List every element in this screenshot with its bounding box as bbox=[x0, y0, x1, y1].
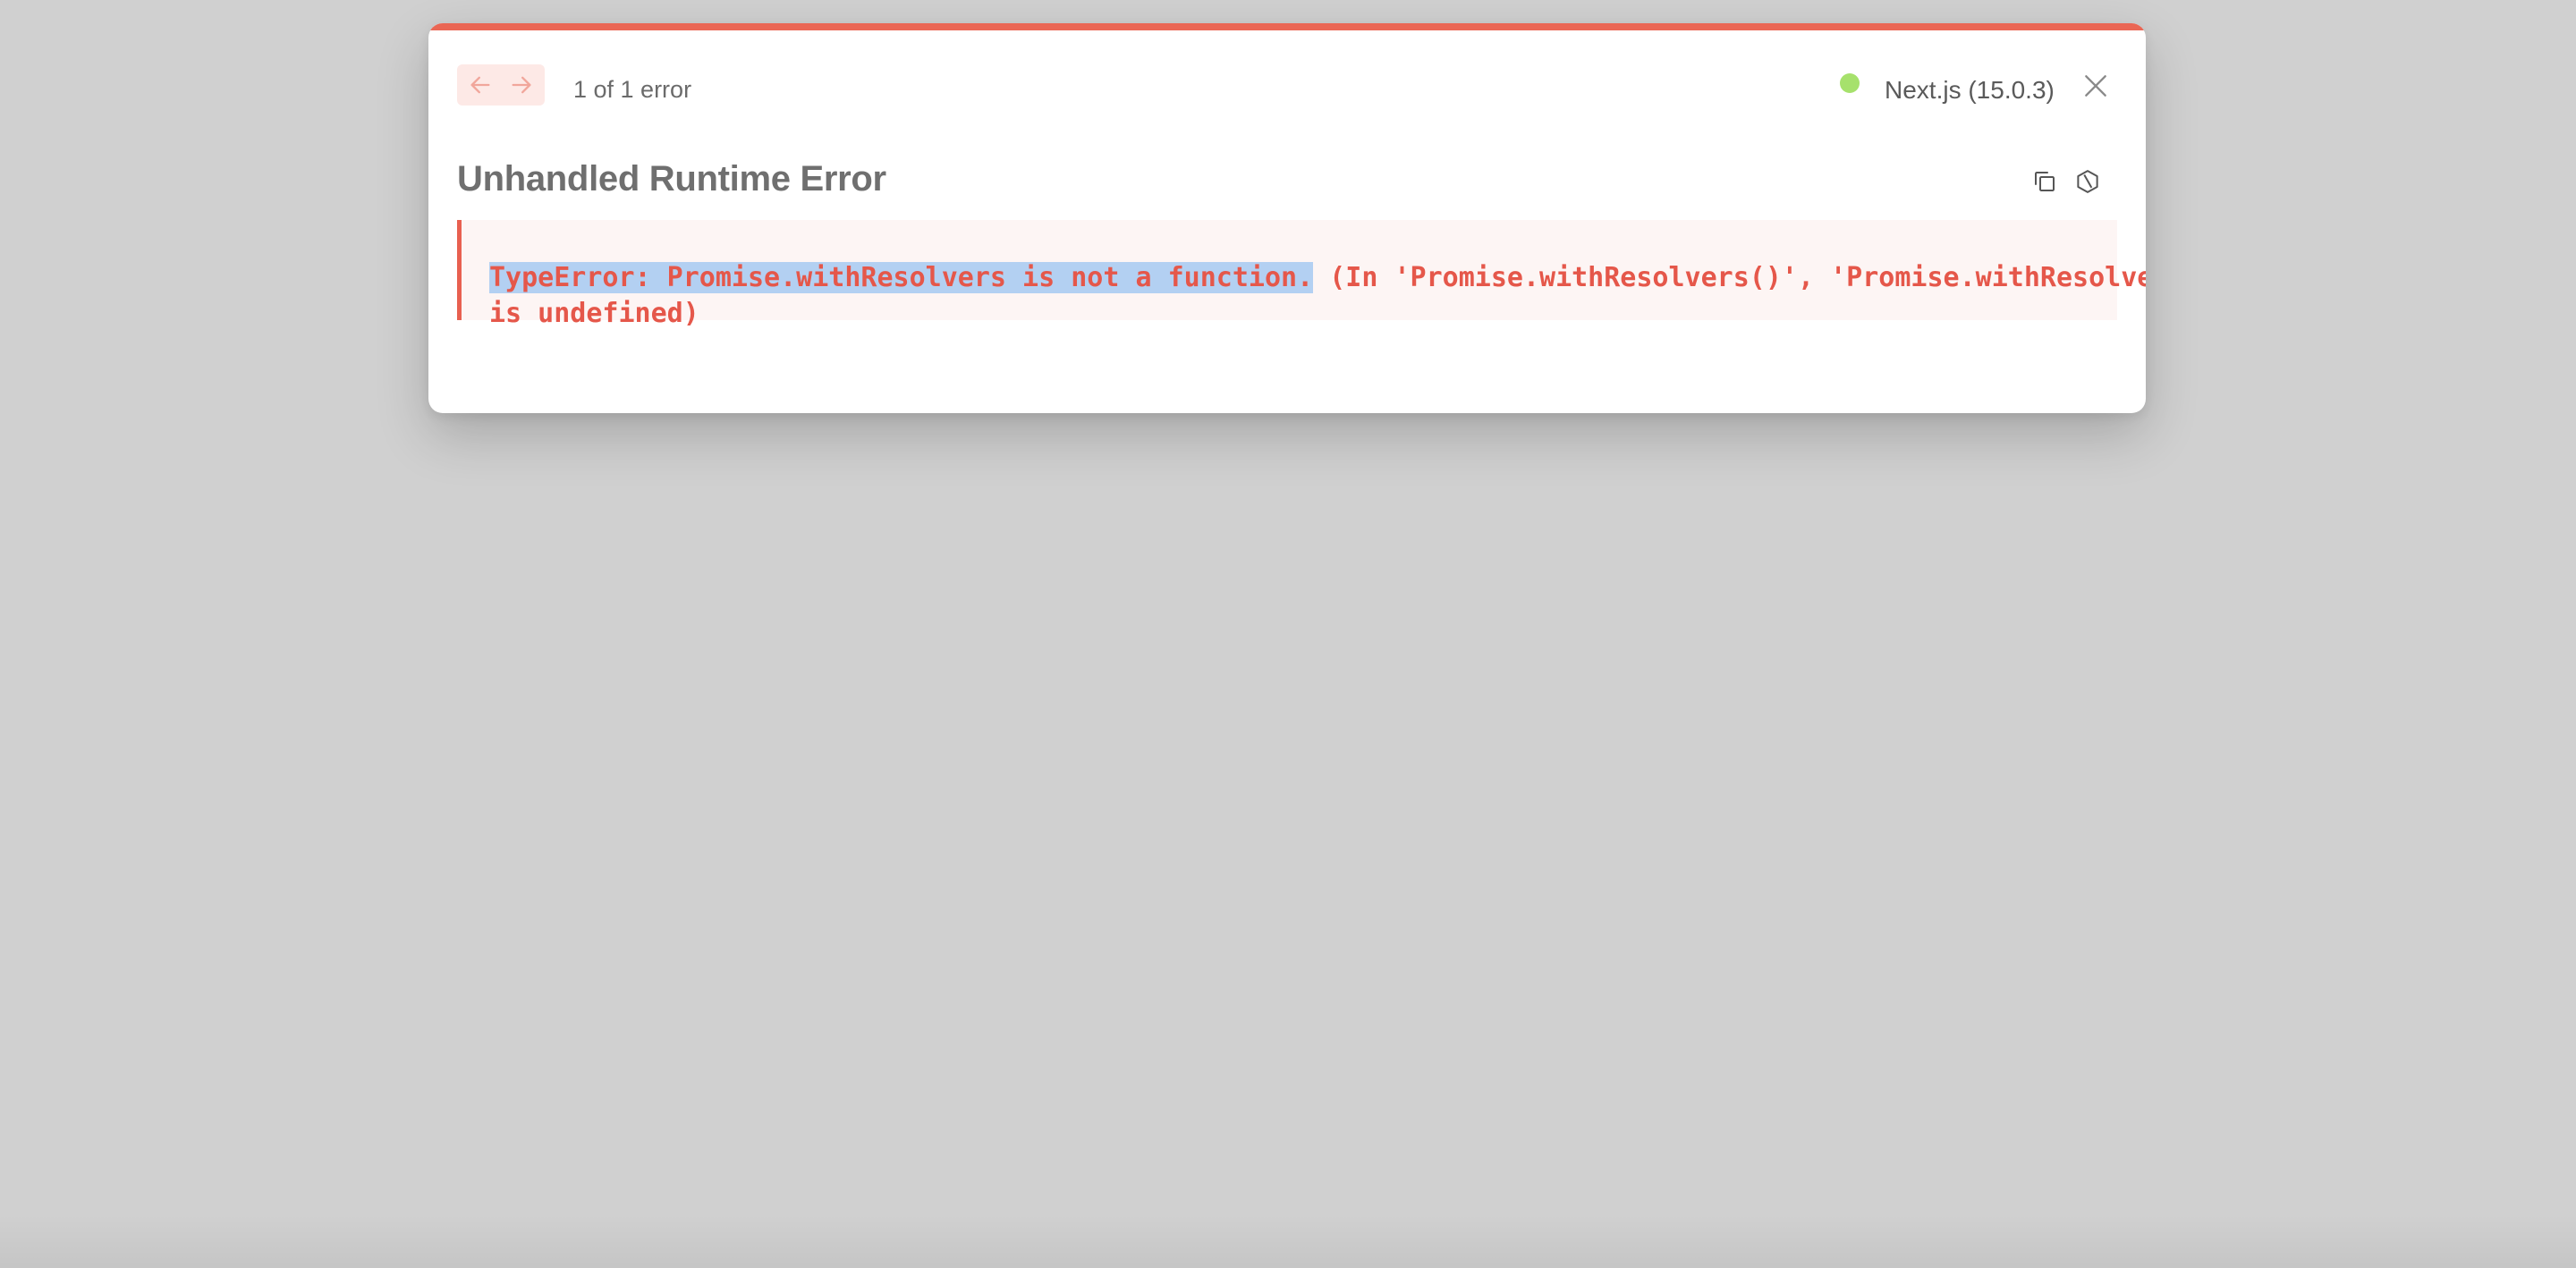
copy-icon bbox=[2035, 172, 2055, 191]
dialog-accent-bar bbox=[428, 23, 2146, 30]
next-error-button[interactable] bbox=[504, 67, 539, 103]
error-pagination bbox=[457, 64, 545, 106]
arrow-left-icon bbox=[470, 76, 490, 94]
error-message: TypeError: Promise.withResolvers is not … bbox=[457, 220, 2146, 329]
error-message-line: TypeError: Promise.withResolvers is not … bbox=[489, 260, 2146, 296]
selected-error-text: TypeError: Promise.withResolvers is not … bbox=[489, 262, 1314, 293]
error-title: Unhandled Runtime Error bbox=[457, 159, 886, 199]
error-overlay-dialog: 1 of 1 error Next.js (15.0.3) Unhandled … bbox=[428, 23, 2146, 413]
error-count-label: 1 of 1 error bbox=[573, 76, 692, 103]
previous-error-button[interactable] bbox=[462, 67, 498, 103]
arrow-right-icon bbox=[512, 76, 531, 94]
error-message-detail: (In 'Promise.withResolvers()', 'Promise.… bbox=[1313, 262, 2146, 293]
nextjs-docs-button[interactable] bbox=[2069, 163, 2106, 200]
close-icon bbox=[2085, 75, 2106, 97]
hexagon-icon bbox=[2077, 170, 2098, 193]
status-indicator-dot bbox=[1840, 73, 1860, 93]
close-button[interactable] bbox=[2078, 68, 2114, 104]
error-message-line-2: is undefined) bbox=[489, 298, 699, 329]
copy-error-button[interactable] bbox=[2026, 163, 2063, 200]
nextjs-version-label: Next.js (15.0.3) bbox=[1885, 76, 2055, 104]
page-backdrop-shade bbox=[0, 1214, 2576, 1268]
